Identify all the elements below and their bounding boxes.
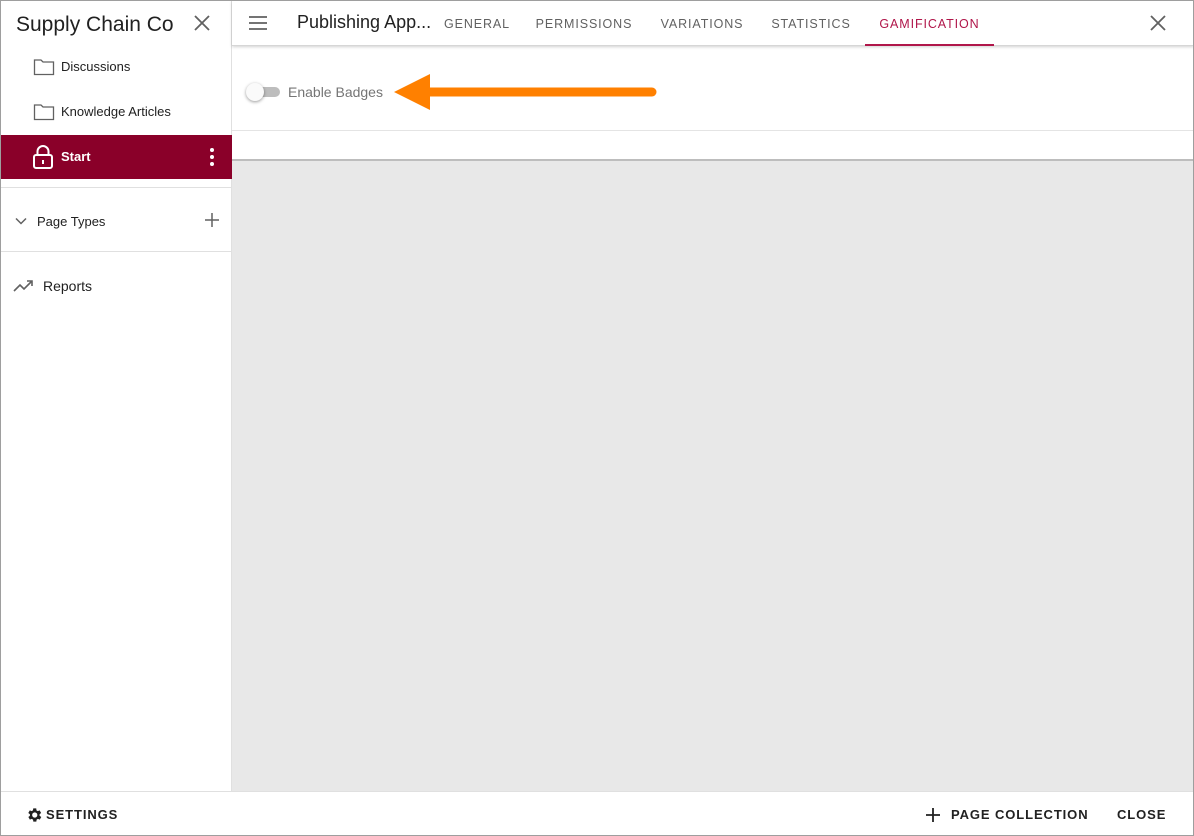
footer-bar: SETTINGS PAGE COLLECTION CLOSE (1, 791, 1193, 835)
close-button[interactable]: CLOSE (1117, 792, 1167, 835)
sidebar-item-knowledge-articles[interactable]: Knowledge Articles (1, 90, 232, 134)
sidebar-item-label: Knowledge Articles (61, 104, 171, 119)
page-collection-label: PAGE COLLECTION (951, 807, 1089, 822)
panel-divider (232, 130, 1193, 131)
sidebar-item-reports[interactable]: Reports (1, 264, 232, 308)
tab-variations[interactable]: VARIATIONS (648, 1, 756, 46)
close-icon[interactable] (191, 12, 213, 34)
tab-general[interactable]: GENERAL (432, 1, 522, 46)
lock-icon (33, 145, 53, 169)
add-page-type-icon[interactable] (204, 212, 220, 228)
tab-statistics[interactable]: STATISTICS (760, 1, 862, 46)
tab-permissions[interactable]: PERMISSIONS (524, 1, 644, 46)
menu-icon[interactable] (248, 14, 268, 32)
gear-icon (28, 807, 42, 822)
sidebar-item-label: Discussions (61, 59, 131, 74)
reports-label: Reports (43, 278, 93, 294)
sidebar-divider (1, 251, 232, 252)
sidebar-item-start[interactable]: Start (1, 135, 232, 179)
app-bar: Publishing App... GENERAL PERMISSIONS VA… (232, 1, 1193, 46)
folder-icon (33, 59, 55, 76)
close-label: CLOSE (1117, 807, 1167, 822)
annotation-arrow-icon (394, 74, 657, 110)
panel-shadow (232, 159, 1193, 161)
add-page-collection-button[interactable]: PAGE COLLECTION (925, 792, 1089, 835)
page-title: Publishing App... (297, 12, 432, 32)
settings-label: SETTINGS (46, 807, 119, 822)
folder-icon (33, 104, 55, 121)
tab-gamification[interactable]: GAMIFICATION (865, 1, 994, 46)
app-window: Supply Chain Co Discussions Knowledge Ar… (0, 0, 1194, 836)
chevron-down-icon (15, 217, 27, 225)
main-content: Publishing App... GENERAL PERMISSIONS VA… (232, 1, 1193, 791)
plus-icon (926, 807, 940, 822)
close-icon[interactable] (1148, 13, 1168, 33)
sidebar-divider (1, 187, 232, 188)
gamification-panel: Enable Badges (232, 46, 1193, 161)
page-types-section[interactable]: Page Types (1, 199, 232, 243)
sidebar-item-discussions[interactable]: Discussions (1, 45, 232, 89)
site-title: Supply Chain Co (16, 13, 174, 36)
sidebar: Supply Chain Co Discussions Knowledge Ar… (1, 1, 232, 791)
page-types-label: Page Types (37, 214, 106, 229)
toggle-thumb (246, 83, 264, 101)
settings-button[interactable]: SETTINGS (25, 792, 119, 835)
enable-badges-label: Enable Badges (288, 84, 383, 100)
enable-badges-toggle[interactable] (246, 83, 282, 101)
sidebar-item-label: Start (61, 149, 91, 164)
more-vert-icon[interactable] (206, 147, 218, 167)
trending-up-icon (13, 280, 33, 292)
